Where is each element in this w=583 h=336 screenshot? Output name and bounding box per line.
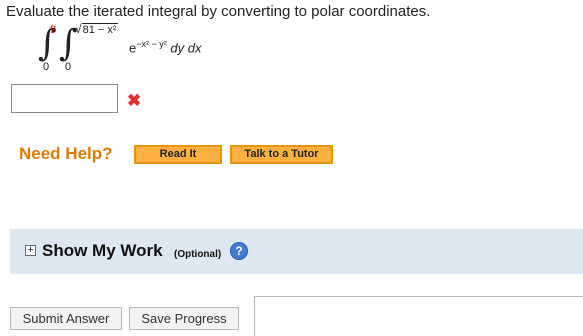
read-it-button[interactable]: Read It (133, 144, 223, 165)
x-mark-icon: ✖ (127, 91, 142, 110)
outer-upper-limit: 9 (50, 24, 57, 36)
show-my-work-bar[interactable]: + Show My Work (Optional) ? (10, 229, 583, 274)
inner-upper-radicand: 81 − x² (81, 23, 118, 36)
differentials: dy dx (170, 40, 202, 56)
integrand: e−x² − y² dy dx (129, 39, 201, 55)
side-panel (254, 296, 583, 336)
help-question-icon[interactable]: ? (230, 242, 248, 260)
iterated-integral: ∫ 9 0 ∫ √81 − x² 0 e−x² − y² dy dx (38, 22, 298, 76)
question-prompt: Evaluate the iterated integral by conver… (6, 3, 431, 20)
show-my-work-title[interactable]: Show My Work (42, 241, 163, 261)
save-progress-button[interactable]: Save Progress (129, 307, 239, 330)
sqrt-icon: √ (75, 22, 82, 36)
show-my-work-optional: (Optional) (174, 249, 222, 260)
expand-plus-icon[interactable]: + (25, 245, 36, 256)
integrand-exponent: −x² − y² (136, 39, 167, 49)
submit-answer-button[interactable]: Submit Answer (10, 307, 122, 330)
inner-lower-limit: 0 (65, 61, 72, 73)
inner-upper-limit: √81 − x² (75, 22, 118, 36)
outer-lower-limit: 0 (43, 61, 50, 73)
need-help-label: Need Help? (19, 144, 113, 163)
answer-input[interactable] (11, 84, 118, 113)
talk-to-tutor-button[interactable]: Talk to a Tutor (229, 144, 334, 165)
